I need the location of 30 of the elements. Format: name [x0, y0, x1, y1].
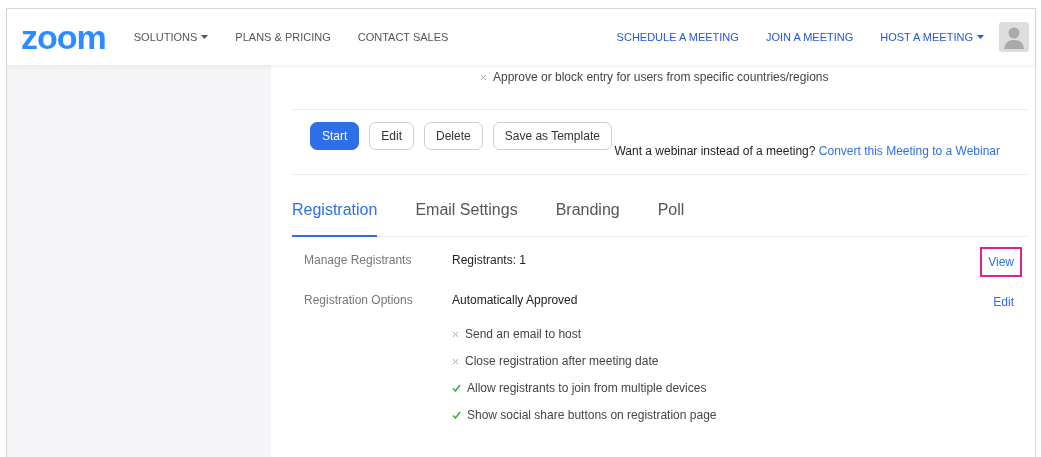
webinar-prompt: Want a webinar instead of a meeting?	[614, 144, 816, 158]
tab[interactable]: Email Settings	[415, 201, 518, 237]
option-text: Allow registrants to join from multiple devices	[467, 381, 707, 395]
caret-icon	[977, 35, 984, 39]
row-label: Registration Options	[304, 292, 414, 309]
option-text: Show social share buttons on registration page	[467, 408, 717, 422]
row-value: Registrants: 1	[452, 252, 528, 269]
action-button[interactable]: Delete	[424, 122, 483, 150]
nav-link[interactable]: SOLUTIONS	[133, 31, 209, 43]
nav-link[interactable]: HOST A MEETING	[880, 31, 984, 43]
nav-link[interactable]: CONTACT SALES	[357, 31, 449, 43]
option-text: Send an email to host	[465, 327, 582, 341]
nav-link[interactable]: JOIN A MEETING	[765, 31, 854, 43]
nav-link[interactable]: PLANS & PRICING	[235, 31, 331, 43]
highlighted-link[interactable]: View	[980, 247, 1022, 277]
row-link[interactable]: Edit	[985, 287, 1022, 317]
caret-icon	[201, 35, 209, 39]
option-text: Approve or block entry for users from specific countries/regions	[493, 70, 829, 84]
primary-button[interactable]: Start	[310, 122, 360, 150]
action-button[interactable]: Edit	[369, 122, 415, 150]
tab[interactable]: Poll	[657, 201, 685, 237]
convert-link[interactable]: Convert this Meeting to a Webinar	[818, 144, 1000, 158]
action-button[interactable]: Save as Template	[492, 122, 612, 150]
nav-link[interactable]: SCHEDULE A MEETING	[616, 31, 739, 43]
avatar-icon[interactable]	[999, 22, 1029, 52]
option-text: Close registration after meeting date	[465, 354, 659, 368]
row-value: Automatically Approved	[452, 292, 579, 309]
row-label: Manage Registrants	[304, 252, 413, 269]
tab[interactable]: Registration	[292, 201, 378, 237]
tab[interactable]: Branding	[555, 201, 620, 237]
